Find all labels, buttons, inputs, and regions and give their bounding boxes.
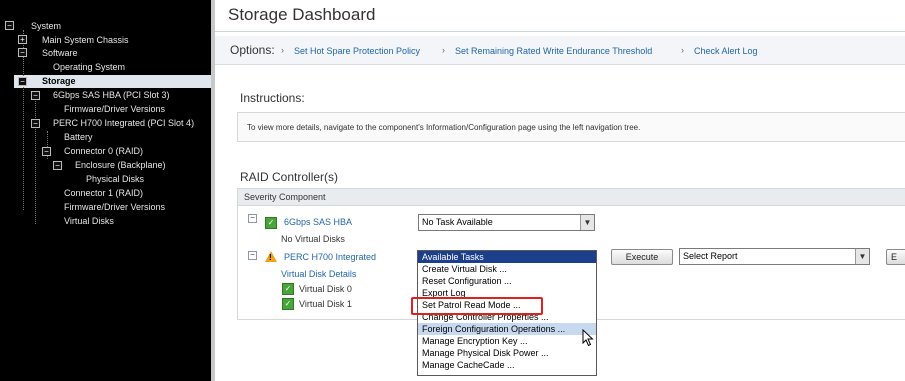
severity-component-header: Severity Component xyxy=(244,192,326,202)
option-set-write-endurance-threshold[interactable]: Set Remaining Rated Write Endurance Thre… xyxy=(455,46,652,56)
collapse-storage-icon[interactable]: − xyxy=(18,77,27,86)
chevron-right-icon: › xyxy=(681,45,684,55)
collapse-perc-row-icon[interactable]: − xyxy=(248,251,257,260)
tree-item-firmware-driver-hba[interactable]: Firmware/Driver Versions xyxy=(64,103,165,116)
truncated-button[interactable]: E xyxy=(886,249,905,265)
task-option-manage-encryption-key[interactable]: Manage Encryption Key ... xyxy=(418,335,596,347)
collapse-system-icon[interactable]: − xyxy=(5,21,14,30)
tree-item-connector-0[interactable]: Connector 0 (RAID) xyxy=(64,145,143,158)
chevron-right-icon: › xyxy=(442,45,445,55)
hba-task-select-value: No Task Available xyxy=(422,217,493,227)
collapse-software-icon[interactable]: − xyxy=(18,48,27,57)
options-label: Options: xyxy=(230,43,275,57)
navigation-tree: − System + Main System Chassis − Softwar… xyxy=(0,0,211,381)
task-option-manage-cachecade[interactable]: Manage CacheCade ... xyxy=(418,359,596,371)
task-option-create-virtual-disk[interactable]: Create Virtual Disk ... xyxy=(418,263,596,275)
tree-item-storage[interactable]: Storage xyxy=(42,75,76,88)
green-check-icon: ✓ xyxy=(265,217,277,229)
chevron-down-icon: ▼ xyxy=(580,215,594,230)
tree-item-software[interactable]: Software xyxy=(42,47,78,60)
expand-main-chassis-icon[interactable]: + xyxy=(18,35,27,44)
tree-item-system[interactable]: System xyxy=(31,20,61,33)
instructions-box: To view more details, navigate to the co… xyxy=(237,112,905,142)
tree-connector-line xyxy=(35,96,36,224)
tree-item-perc-h700[interactable]: PERC H700 Integrated (PCI Slot 4) xyxy=(53,117,194,130)
raid-controllers-heading: RAID Controller(s) xyxy=(240,170,339,184)
collapse-sas-hba-icon[interactable]: − xyxy=(31,91,40,100)
option-set-hot-spare-policy[interactable]: Set Hot Spare Protection Policy xyxy=(294,46,420,56)
annotation-highlight-box xyxy=(411,297,543,315)
tree-item-operating-system[interactable]: Operating System xyxy=(53,61,125,74)
green-check-icon: ✓ xyxy=(282,298,294,310)
virtual-disk-1-label: Virtual Disk 1 xyxy=(299,299,352,309)
collapse-hba-row-icon[interactable]: − xyxy=(248,214,257,223)
task-option-reset-configuration[interactable]: Reset Configuration ... xyxy=(418,275,596,287)
instructions-heading: Instructions: xyxy=(240,91,305,105)
green-check-icon: ✓ xyxy=(282,283,294,295)
warning-triangle-icon: ! xyxy=(265,251,277,262)
tree-item-firmware-driver-perc[interactable]: Firmware/Driver Versions xyxy=(64,201,165,214)
collapse-perc-icon[interactable]: − xyxy=(31,119,40,128)
tree-connector-line xyxy=(23,30,24,210)
execute-button[interactable]: Execute xyxy=(611,249,673,265)
collapse-connector0-icon[interactable]: − xyxy=(42,147,51,156)
tree-item-enclosure[interactable]: Enclosure (Backplane) xyxy=(75,159,166,172)
report-select[interactable]: Select Report ▼ xyxy=(679,248,870,265)
controller-link-sas-hba[interactable]: 6Gbps SAS HBA xyxy=(284,217,352,227)
tree-item-sas-hba[interactable]: 6Gbps SAS HBA (PCI Slot 3) xyxy=(53,89,170,102)
chevron-right-icon: › xyxy=(281,45,284,55)
tree-item-main-system-chassis[interactable]: Main System Chassis xyxy=(42,34,129,47)
tree-item-battery[interactable]: Battery xyxy=(64,131,93,144)
tree-item-physical-disks[interactable]: Physical Disks xyxy=(86,173,144,186)
virtual-disk-0-label: Virtual Disk 0 xyxy=(299,284,352,294)
raid-table-header: Severity Component xyxy=(238,189,905,206)
main-content: Storage Dashboard Options: › Set Hot Spa… xyxy=(215,0,905,381)
page-title: Storage Dashboard xyxy=(228,5,376,24)
mouse-pointer-icon xyxy=(582,329,594,347)
hba-task-select[interactable]: No Task Available ▼ xyxy=(418,214,595,231)
option-check-alert-log[interactable]: Check Alert Log xyxy=(694,46,758,56)
options-bar: Options: › Set Hot Spare Protection Poli… xyxy=(215,36,905,65)
instructions-text: To view more details, navigate to the co… xyxy=(247,123,641,132)
tree-item-connector-1[interactable]: Connector 1 (RAID) xyxy=(64,187,143,200)
tree-item-virtual-disks[interactable]: Virtual Disks xyxy=(64,215,114,228)
hba-no-virtual-disks: No Virtual Disks xyxy=(281,234,345,244)
title-divider xyxy=(215,31,905,32)
report-select-value: Select Report xyxy=(683,251,738,261)
task-option-foreign-configuration[interactable]: Foreign Configuration Operations ... xyxy=(418,323,596,335)
virtual-disk-details-link[interactable]: Virtual Disk Details xyxy=(281,269,356,279)
controller-link-perc-h700[interactable]: PERC H700 Integrated xyxy=(284,252,376,262)
collapse-enclosure-icon[interactable]: − xyxy=(53,161,62,170)
chevron-down-icon: ▼ xyxy=(855,249,869,264)
task-option-manage-physical-disk-power[interactable]: Manage Physical Disk Power ... xyxy=(418,347,596,359)
task-option-available-tasks[interactable]: Available Tasks xyxy=(418,251,596,263)
